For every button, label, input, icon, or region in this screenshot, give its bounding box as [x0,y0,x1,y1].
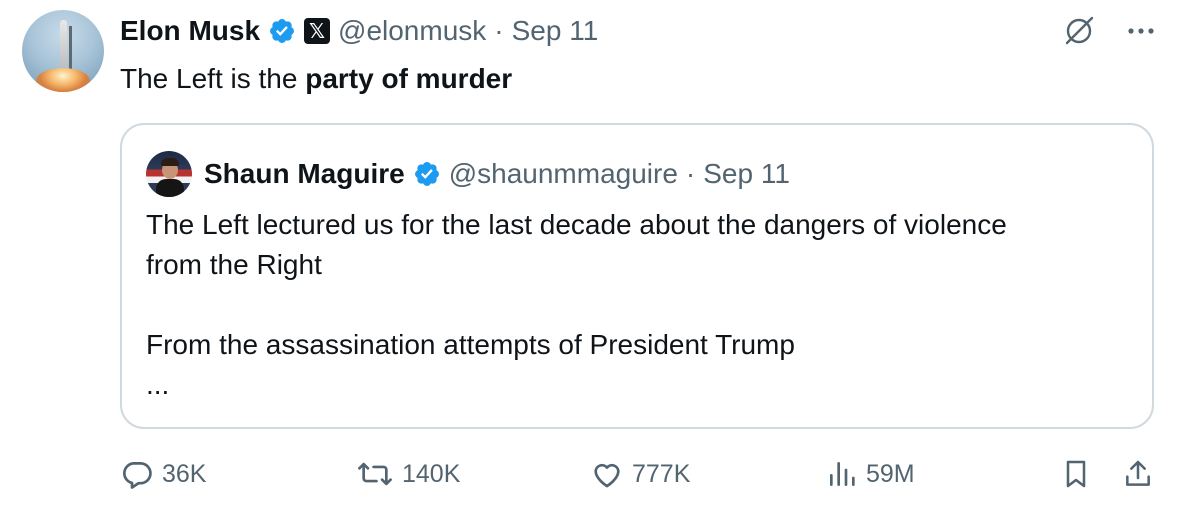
share-icon [1126,460,1150,486]
quoted-author-name[interactable]: Shaun Maguire [204,158,405,190]
affiliate-x-badge[interactable]: 𝕏 [304,18,331,44]
grok-icon[interactable] [1062,14,1096,48]
quoted-tweet-date[interactable]: Sep 11 [703,158,790,190]
reply-icon [123,462,152,489]
views-button[interactable]: 59M [826,452,915,496]
tweet-date[interactable]: Sep 11 [512,15,599,47]
author-name[interactable]: Elon Musk [120,15,260,47]
top-right-controls [1062,14,1156,48]
tweet-actions-bar: 36K 140K 777K 59M [120,452,1154,496]
bookmark-button[interactable] [1060,452,1092,496]
like-button[interactable]: 777K [590,452,690,496]
repost-icon [358,462,392,486]
quoted-header-separator: · [685,158,696,189]
views-count: 59M [866,459,915,488]
quoted-tweet-header: Shaun Maguire @shaunmmaguire · Sep 11 [146,151,790,197]
tweet-header: Elon Musk 𝕏 @elonmusk · Sep 11 [120,12,598,50]
like-count: 777K [632,459,691,488]
bookmark-icon [1066,460,1086,488]
reply-count: 36K [162,459,207,488]
author-handle[interactable]: @elonmusk [338,15,486,47]
verified-badge-icon[interactable] [268,17,296,45]
like-icon [594,463,620,488]
quoted-author-handle[interactable]: @shaunmmaguire [449,158,678,190]
quoted-tweet-text: The Left lectured us for the last decade… [146,209,1007,400]
header-separator: · [494,15,504,46]
share-button[interactable] [1122,452,1154,496]
repost-count: 140K [402,459,461,488]
reply-button[interactable]: 36K [120,452,206,496]
more-icon[interactable] [1126,14,1156,48]
author-avatar[interactable] [22,10,104,92]
tweet-text: The Left is the party of murder [120,60,512,98]
tweet-text-bold: party of murder [305,63,513,94]
quoted-author-avatar[interactable] [146,151,192,197]
verified-badge-icon[interactable] [413,160,441,188]
repost-button[interactable]: 140K [356,452,460,496]
views-icon [830,462,855,486]
quoted-tweet-card[interactable]: Shaun Maguire @shaunmmaguire · Sep 11 Th… [120,123,1154,429]
tweet-text-plain: The Left is the [120,63,306,94]
